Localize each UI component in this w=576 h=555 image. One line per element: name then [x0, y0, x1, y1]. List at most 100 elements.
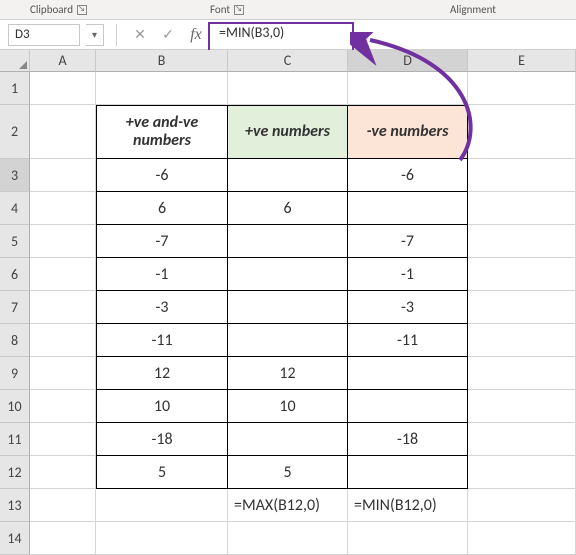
cell[interactable]	[468, 225, 576, 258]
cell[interactable]	[30, 324, 96, 357]
cell[interactable]	[468, 192, 576, 225]
cell[interactable]: 10	[96, 390, 228, 423]
row-header[interactable]: 11	[0, 423, 30, 456]
cell[interactable]	[228, 291, 348, 324]
cell[interactable]	[228, 72, 348, 105]
cell[interactable]	[468, 390, 576, 423]
cell[interactable]	[96, 72, 228, 105]
cell[interactable]: -3	[348, 291, 468, 324]
cell[interactable]	[228, 324, 348, 357]
col-header-b[interactable]: B	[96, 50, 228, 72]
ribbon-groups-bar: Clipboard Font Alignment	[0, 0, 576, 20]
cell[interactable]	[468, 159, 576, 192]
dialog-launcher-icon[interactable]	[234, 5, 244, 15]
cell[interactable]	[468, 258, 576, 291]
cell[interactable]: 12	[96, 357, 228, 390]
cell[interactable]: -7	[348, 225, 468, 258]
cell[interactable]: 6	[96, 192, 228, 225]
cell[interactable]	[228, 225, 348, 258]
cell[interactable]	[468, 489, 576, 522]
name-box[interactable]: D3	[8, 24, 80, 46]
cell[interactable]	[468, 72, 576, 105]
row-header[interactable]: 3	[0, 159, 30, 192]
row-header[interactable]: 5	[0, 225, 30, 258]
cell[interactable]	[30, 258, 96, 291]
row-header[interactable]: 8	[0, 324, 30, 357]
cell[interactable]	[30, 390, 96, 423]
cell[interactable]	[228, 159, 348, 192]
row-header[interactable]: 13	[0, 489, 30, 522]
enter-button[interactable]: ✓	[157, 24, 179, 46]
insert-function-button[interactable]: fx	[185, 24, 207, 46]
ribbon-group-font[interactable]: Font	[210, 3, 244, 16]
table-header-d[interactable]: -ve numbers	[348, 105, 468, 159]
cell[interactable]: -18	[96, 423, 228, 456]
ribbon-group-label: Font	[210, 3, 230, 16]
cell[interactable]: 10	[228, 390, 348, 423]
col-header-a[interactable]: A	[30, 50, 96, 72]
cell[interactable]	[468, 105, 576, 159]
cell[interactable]: -1	[348, 258, 468, 291]
cell[interactable]	[348, 390, 468, 423]
ribbon-group-alignment[interactable]: Alignment	[450, 3, 496, 16]
formula-input[interactable]: =MIN(B3,0)	[213, 24, 568, 46]
cancel-button[interactable]: ✕	[129, 24, 151, 46]
cell[interactable]	[30, 489, 96, 522]
cell[interactable]	[348, 456, 468, 489]
cell[interactable]	[30, 192, 96, 225]
cell[interactable]	[30, 456, 96, 489]
col-header-d[interactable]: D	[348, 50, 468, 72]
cell[interactable]	[30, 225, 96, 258]
row-header[interactable]: 2	[0, 105, 30, 159]
cell[interactable]	[468, 456, 576, 489]
row-header[interactable]: 4	[0, 192, 30, 225]
name-box-dropdown[interactable]: ▾	[86, 24, 104, 46]
row-header[interactable]: 7	[0, 291, 30, 324]
spreadsheet-grid[interactable]: A B C D E 1 2 +ve and-ve numbers +ve num…	[0, 50, 576, 555]
cell[interactable]: 5	[96, 456, 228, 489]
cell[interactable]: 5	[228, 456, 348, 489]
table-header-b[interactable]: +ve and-ve numbers	[96, 105, 228, 159]
cell[interactable]	[348, 72, 468, 105]
cell[interactable]: -18	[348, 423, 468, 456]
cell-active[interactable]: -6	[348, 159, 468, 192]
cell[interactable]	[30, 159, 96, 192]
row-header[interactable]: 1	[0, 72, 30, 105]
cell[interactable]	[30, 357, 96, 390]
table-header-c[interactable]: +ve numbers	[228, 105, 348, 159]
cell[interactable]	[468, 423, 576, 456]
col-header-e[interactable]: E	[468, 50, 576, 72]
cell[interactable]: -7	[96, 225, 228, 258]
cell[interactable]	[468, 291, 576, 324]
cell[interactable]	[348, 192, 468, 225]
cell[interactable]: -6	[96, 159, 228, 192]
select-all-corner[interactable]	[0, 50, 30, 72]
cell[interactable]: -11	[348, 324, 468, 357]
cell[interactable]: 12	[228, 357, 348, 390]
cell[interactable]: -3	[96, 291, 228, 324]
cell[interactable]	[30, 291, 96, 324]
dialog-launcher-icon[interactable]	[77, 5, 87, 15]
cell[interactable]	[96, 489, 228, 522]
cell[interactable]: -11	[96, 324, 228, 357]
cell[interactable]	[30, 105, 96, 159]
cell[interactable]	[30, 72, 96, 105]
ribbon-group-clipboard[interactable]: Clipboard	[30, 3, 87, 16]
cell[interactable]	[468, 357, 576, 390]
cell-formula-c13[interactable]: =MAX(B12,0)	[228, 489, 348, 522]
row-header[interactable]: 10	[0, 390, 30, 423]
cell[interactable]	[228, 258, 348, 291]
cell[interactable]: 6	[228, 192, 348, 225]
cell[interactable]	[468, 324, 576, 357]
cell[interactable]	[348, 357, 468, 390]
row-header[interactable]: 6	[0, 258, 30, 291]
cell[interactable]	[228, 423, 348, 456]
name-box-value: D3	[15, 27, 30, 42]
cell-formula-d13[interactable]: =MIN(B12,0)	[348, 489, 468, 522]
cell[interactable]	[30, 423, 96, 456]
row-header[interactable]: 9	[0, 357, 30, 390]
col-header-c[interactable]: C	[228, 50, 348, 72]
row-header[interactable]: 12	[0, 456, 30, 489]
cell[interactable]: -1	[96, 258, 228, 291]
formula-bar: D3 ▾ ✕ ✓ fx =MIN(B3,0)	[0, 20, 576, 50]
